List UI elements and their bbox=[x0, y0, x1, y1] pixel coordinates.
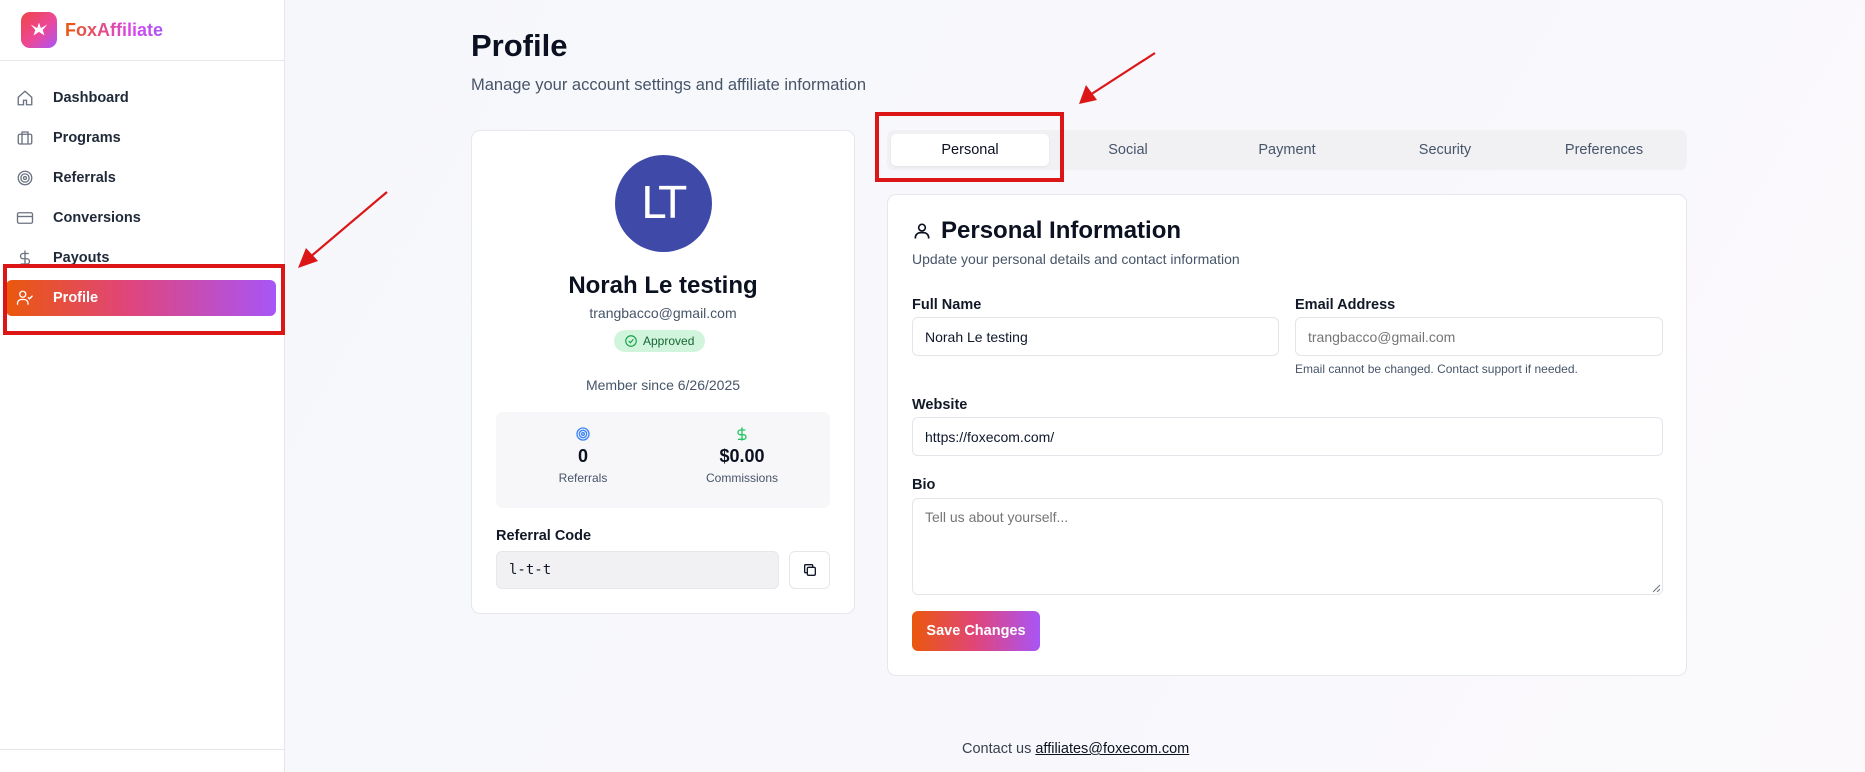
home-icon bbox=[14, 87, 36, 109]
stat-commissions: $0.00 Commissions bbox=[672, 424, 812, 485]
tab-social[interactable]: Social bbox=[1049, 134, 1207, 166]
profile-name: Norah Le testing bbox=[568, 272, 758, 299]
stat-referrals-value: 0 bbox=[577, 446, 588, 466]
stat-commissions-label: Commissions bbox=[705, 471, 778, 485]
user-icon bbox=[914, 223, 930, 239]
annotation-box-profile bbox=[3, 264, 285, 335]
stat-referrals: 0 Referrals bbox=[513, 424, 653, 485]
referral-code-field[interactable]: l-t-t bbox=[496, 551, 779, 589]
personal-info-title: Personal Information bbox=[912, 217, 1181, 245]
check-circle-icon bbox=[625, 335, 637, 347]
website-label: Website bbox=[912, 397, 968, 413]
resize-grip-icon[interactable] bbox=[1651, 583, 1661, 593]
full-name-label: Full Name bbox=[912, 297, 982, 313]
sidebar-item-programs[interactable]: Programs bbox=[6, 120, 276, 156]
sidebar-item-conversions[interactable]: Conversions bbox=[6, 200, 276, 236]
member-since: Member since 6/26/2025 bbox=[585, 377, 741, 393]
bio-label: Bio bbox=[912, 477, 936, 493]
personal-info-title-text: Personal Information bbox=[941, 217, 1182, 244]
page-title: Profile bbox=[471, 28, 568, 63]
personal-info-card: Personal Information Update your persona… bbox=[887, 194, 1687, 676]
annotation-box-personal-tab bbox=[875, 112, 1064, 182]
copy-button[interactable] bbox=[789, 551, 830, 589]
target-icon bbox=[14, 167, 36, 189]
sidebar-item-label: Dashboard bbox=[53, 90, 129, 106]
profile-card: LT Norah Le testing trangbacco@gmail.com… bbox=[471, 130, 855, 614]
sidebar-item-referrals[interactable]: Referrals bbox=[6, 160, 276, 196]
email-label: Email Address bbox=[1295, 297, 1396, 313]
stat-commissions-value: $0.00 bbox=[719, 446, 765, 466]
footer-text: Contact us bbox=[962, 741, 1032, 757]
status-badge-label: Approved bbox=[643, 334, 695, 348]
target-icon bbox=[513, 424, 653, 444]
referral-code-label: Referral Code bbox=[496, 528, 592, 544]
bio-textarea[interactable] bbox=[912, 498, 1663, 595]
dollar-icon bbox=[672, 424, 812, 444]
email-hint: Email cannot be changed. Contact support… bbox=[1295, 362, 1578, 376]
status-badge: Approved bbox=[614, 330, 706, 352]
save-changes-button[interactable]: Save Changes bbox=[912, 611, 1040, 651]
profile-email: trangbacco@gmail.com bbox=[589, 305, 737, 321]
website-input[interactable] bbox=[912, 417, 1663, 456]
sidebar-footer-divider bbox=[0, 749, 285, 750]
tab-preferences[interactable]: Preferences bbox=[1525, 134, 1683, 166]
tab-payment[interactable]: Payment bbox=[1208, 134, 1366, 166]
fox-logo-icon bbox=[21, 12, 57, 48]
footer-email-link[interactable]: affiliates@foxecom.com bbox=[1035, 741, 1189, 757]
briefcase-icon bbox=[14, 127, 36, 149]
credit-card-icon bbox=[14, 207, 36, 229]
full-name-input[interactable] bbox=[912, 317, 1279, 356]
copy-icon bbox=[803, 564, 816, 576]
sidebar-item-dashboard[interactable]: Dashboard bbox=[6, 80, 276, 116]
stat-referrals-label: Referrals bbox=[558, 471, 608, 485]
footer-contact: Contact us affiliates@foxecom.com bbox=[962, 741, 1189, 757]
annotation-arrow-personal-tab bbox=[1079, 52, 1156, 104]
tab-security[interactable]: Security bbox=[1366, 134, 1524, 166]
brand[interactable]: FoxAffiliate bbox=[0, 0, 284, 61]
brand-name: FoxAffiliate bbox=[65, 19, 164, 40]
annotation-arrow-profile bbox=[298, 191, 388, 268]
sidebar-item-label: Programs bbox=[53, 130, 121, 146]
avatar: LT bbox=[615, 155, 712, 252]
personal-info-subtitle: Update your personal details and contact… bbox=[912, 251, 1240, 267]
sidebar-item-label: Conversions bbox=[53, 210, 141, 226]
sidebar: FoxAffiliate Dashboard Programs Referral… bbox=[0, 0, 285, 772]
email-field[interactable] bbox=[1295, 317, 1663, 356]
page-subtitle: Manage your account settings and affilia… bbox=[471, 76, 867, 94]
sidebar-item-label: Referrals bbox=[53, 170, 116, 186]
stats-panel: 0 Referrals $0.00 Commissions bbox=[496, 412, 830, 508]
